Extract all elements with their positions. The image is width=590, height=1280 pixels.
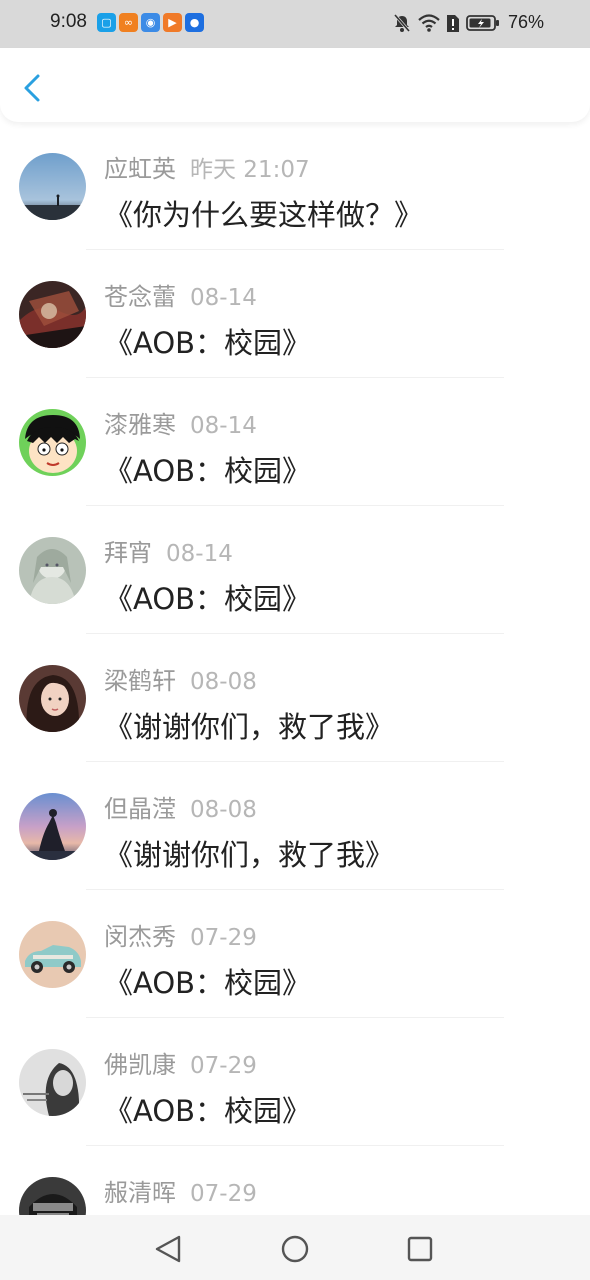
timestamp: 07-29 [190, 1053, 257, 1079]
list-item[interactable]: 梁鹤轩 08-08 《谢谢你们，救了我》 [0, 634, 590, 762]
item-title: 《AOB：校园》 [104, 582, 312, 616]
back-button[interactable] [14, 68, 50, 108]
item-header: 梁鹤轩 08-08 [104, 661, 257, 696]
list-item[interactable]: 苍念蕾 08-14 《AOB：校园》 [0, 250, 590, 378]
message-list[interactable]: 应虹英 昨天 21:07 《你为什么要这样做？》 苍念蕾 08-14 《AOB：校园… [0, 122, 590, 1215]
wifi-icon [418, 13, 440, 32]
status-bar: 9:08 ▢ ∞ ◉ ▶ ● 76% [0, 0, 590, 48]
item-title: 《你为什么要这样做？》 [104, 198, 424, 232]
play-app-icon: ▶ [163, 13, 182, 32]
avatar[interactable] [19, 921, 86, 988]
chevron-left-icon [24, 74, 40, 102]
square-recents-icon [407, 1236, 433, 1262]
system-nav-bar [0, 1215, 590, 1280]
mute-bell-icon [393, 13, 411, 32]
sim-alert-icon [446, 14, 459, 32]
browser-app-icon: ◉ [141, 13, 160, 32]
user-name: 应虹英 [104, 155, 176, 183]
list-item[interactable]: 拜宵 08-14 《AOB：校园》 [0, 506, 590, 634]
avatar[interactable] [19, 1049, 86, 1116]
notification-app-icons: ▢ ∞ ◉ ▶ ● [97, 13, 204, 32]
battery-icon [466, 14, 499, 31]
bulb-app-icon: ● [185, 13, 204, 32]
timestamp: 08-08 [190, 797, 257, 823]
list-item[interactable]: 闵杰秀 07-29 《AOB：校园》 [0, 890, 590, 1018]
avatar[interactable] [19, 793, 86, 860]
nav-back-button[interactable] [149, 1229, 189, 1269]
avatar[interactable] [19, 409, 86, 476]
timestamp: 07-29 [190, 925, 257, 951]
user-name: 赧清晖 [104, 1179, 176, 1207]
list-item[interactable]: 但晶滢 08-08 《谢谢你们，救了我》 [0, 762, 590, 890]
item-header: 拜宵 08-14 [104, 533, 233, 568]
user-name: 闵杰秀 [104, 923, 176, 951]
triangle-back-icon [155, 1235, 181, 1263]
avatar[interactable] [19, 665, 86, 732]
timestamp: 07-29 [190, 1181, 257, 1207]
item-title: 《AOB：校园》 [104, 966, 312, 1000]
list-item[interactable]: 漆雅寒 08-14 《AOB：校园》 [0, 378, 590, 506]
status-time: 9:08 [50, 11, 87, 32]
item-title: 《AOB：校园》 [104, 326, 312, 360]
book-app-icon: ▢ [97, 13, 116, 32]
status-indicators: 76% [392, 12, 544, 33]
item-header: 漆雅寒 08-14 [104, 405, 257, 440]
list-item[interactable]: 赧清晖 07-29 [0, 1146, 590, 1215]
item-title: 《AOB：校园》 [104, 454, 312, 488]
list-item[interactable]: 应虹英 昨天 21:07 《你为什么要这样做？》 [0, 122, 590, 250]
timestamp: 08-08 [190, 669, 257, 695]
item-title: 《谢谢你们，救了我》 [104, 710, 395, 744]
user-name: 漆雅寒 [104, 411, 176, 439]
timestamp: 08-14 [166, 541, 233, 567]
user-name: 但晶滢 [104, 795, 176, 823]
circle-home-icon [281, 1235, 309, 1263]
item-header: 苍念蕾 08-14 [104, 277, 257, 312]
user-name: 苍念蕾 [104, 283, 176, 311]
list-item[interactable]: 佛凯康 07-29 《AOB：校园》 [0, 1018, 590, 1146]
timestamp: 昨天 21:07 [190, 157, 310, 183]
battery-percent: 76% [507, 12, 544, 32]
user-name: 佛凯康 [104, 1051, 176, 1079]
video-app-icon: ∞ [119, 13, 138, 32]
item-header: 赧清晖 07-29 [104, 1173, 257, 1208]
item-header: 但晶滢 08-08 [104, 789, 257, 824]
item-title: 《AOB：校园》 [104, 1094, 312, 1128]
timestamp: 08-14 [190, 413, 257, 439]
timestamp: 08-14 [190, 285, 257, 311]
user-name: 拜宵 [104, 539, 152, 567]
item-header: 应虹英 昨天 21:07 [104, 149, 310, 184]
nav-recents-button[interactable] [400, 1229, 440, 1269]
avatar[interactable] [19, 537, 86, 604]
avatar[interactable] [19, 281, 86, 348]
user-name: 梁鹤轩 [104, 667, 176, 695]
avatar[interactable] [19, 1177, 86, 1215]
top-header [0, 48, 590, 122]
nav-home-button[interactable] [275, 1229, 315, 1269]
item-title: 《谢谢你们，救了我》 [104, 838, 395, 872]
item-header: 佛凯康 07-29 [104, 1045, 257, 1080]
avatar[interactable] [19, 153, 86, 220]
item-header: 闵杰秀 07-29 [104, 917, 257, 952]
